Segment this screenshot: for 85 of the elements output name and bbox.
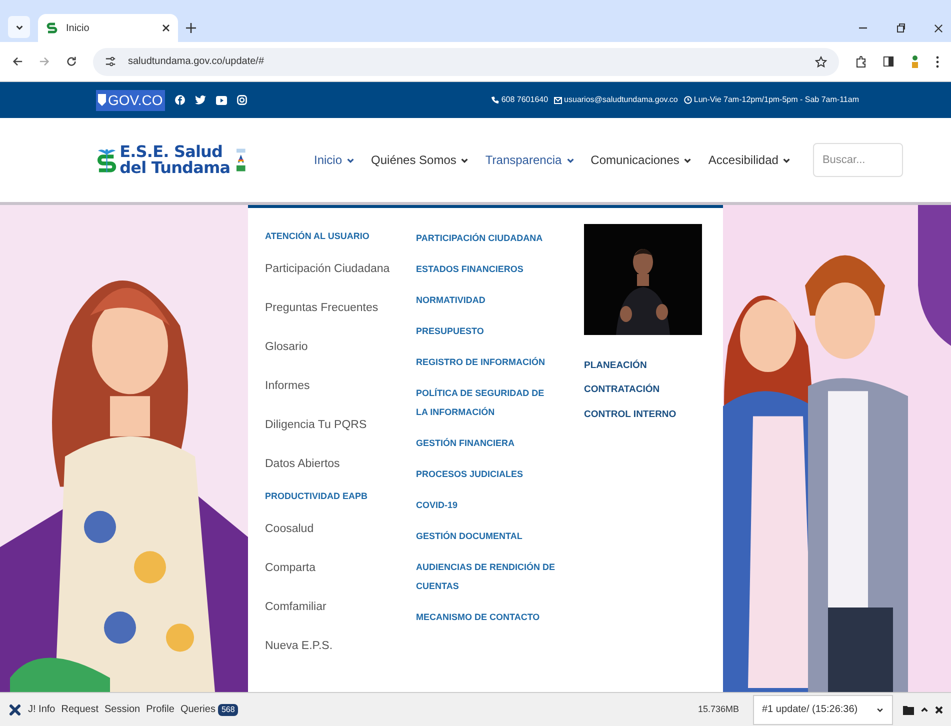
instagram-icon[interactable]	[236, 95, 247, 105]
menu-heading[interactable]: REGISTRO DE INFORMACIÓN	[416, 353, 556, 372]
close-icon[interactable]	[162, 24, 170, 32]
nav-link[interactable]: Inicio	[314, 151, 356, 169]
more-icon[interactable]	[936, 56, 939, 68]
reload-icon[interactable]	[66, 56, 77, 67]
nav-link[interactable]: Transparencia	[485, 151, 575, 169]
menu-heading[interactable]: ATENCIÓN AL USUARIO	[265, 224, 416, 250]
chevron-down-icon	[346, 156, 356, 164]
chevron-down-icon	[876, 706, 884, 714]
menu-link[interactable]: Participación Ciudadana	[265, 250, 416, 289]
menu-link[interactable]: Diligencia Tu PQRS	[265, 406, 416, 445]
nav-link[interactable]: Comunicaciones	[590, 151, 692, 169]
menu-link[interactable]: Comfamiliar	[265, 588, 416, 627]
debug-tab[interactable]: Request	[61, 702, 98, 717]
menu-heading[interactable]: MECANISMO DE CONTACTO	[416, 608, 556, 627]
close-icon[interactable]	[934, 24, 943, 33]
plus-icon[interactable]	[186, 23, 196, 33]
star-icon[interactable]	[815, 56, 827, 68]
menu-heading[interactable]: GESTIÓN FINANCIERA	[416, 434, 556, 453]
chevron-up-icon[interactable]	[920, 705, 929, 714]
logo-icon	[46, 22, 58, 34]
menu-link[interactable]: Nueva E.P.S.	[265, 627, 416, 666]
menu-link[interactable]: Comparta	[265, 549, 416, 588]
menu-heading[interactable]: CONTRATACIÓN	[584, 383, 714, 398]
facebook-icon[interactable]	[174, 95, 185, 105]
menu-link[interactable]: Informes	[265, 367, 416, 406]
profile-icon[interactable]	[910, 54, 920, 68]
twitter-icon[interactable]	[194, 95, 206, 105]
close-icon[interactable]	[935, 706, 943, 714]
menu-heading[interactable]: ESTADOS FINANCIEROS	[416, 260, 556, 279]
phone-number[interactable]: 608 7601640	[501, 94, 548, 106]
phone-icon	[491, 96, 500, 104]
menu-heading[interactable]: PROCESOS JUDICIALES	[416, 465, 556, 484]
menu-heading[interactable]: PARTICIPACIÓN CIUDADANA	[416, 229, 556, 248]
shield-icon	[98, 94, 106, 106]
menu-heading[interactable]: COVID-19	[416, 496, 556, 515]
extension-icon[interactable]	[855, 56, 867, 68]
envelope-icon	[554, 96, 562, 104]
menu-heading[interactable]: POLÍTICA DE SEGURIDAD DE LA INFORMACIÓN	[416, 384, 556, 422]
queries-tab[interactable]: Queries 568	[180, 702, 238, 717]
menu-heading[interactable]: CONTROL INTERNO	[584, 408, 714, 422]
menu-heading[interactable]: PLANEACIÓN	[584, 359, 714, 374]
youtube-icon[interactable]	[216, 96, 227, 104]
logo-subtitle: del Tundama	[120, 160, 230, 176]
email-link[interactable]: usuarios@saludtundama.gov.co	[564, 94, 678, 106]
side-panel-icon[interactable]	[883, 56, 894, 67]
menu-heading[interactable]: PRODUCTIVIDAD EAPB	[265, 484, 416, 510]
tab-search-button[interactable]	[8, 16, 30, 38]
chevron-down-icon	[14, 22, 24, 32]
chevron-down-icon	[460, 156, 470, 164]
govco-logo[interactable]: GOV.CO	[96, 90, 165, 110]
menu-heading[interactable]: GESTIÓN DOCUMENTAL	[416, 527, 556, 546]
tab-title: Inicio	[66, 22, 90, 36]
menu-heading[interactable]: AUDIENCIAS DE RENDICIÓN DE CUENTAS	[416, 558, 556, 596]
count-badge: 568	[218, 704, 238, 716]
menu-heading[interactable]: NORMATIVIDAD	[416, 291, 556, 310]
site-settings-icon[interactable]	[105, 56, 116, 67]
joomla-logo-icon[interactable]	[8, 702, 22, 716]
logo-title: E.S.E. Salud	[120, 144, 223, 160]
menu-link[interactable]: Coosalud	[265, 510, 416, 549]
menu-link[interactable]: Glosario	[265, 328, 416, 367]
url-text: saludtundama.gov.co/update/#	[128, 55, 266, 69]
opening-hours: Lun-Vie 7am-12pm/1pm-5pm - Sab 7am-11am	[694, 94, 859, 106]
memory-usage: 15.736MB	[698, 702, 739, 716]
search-field[interactable]: Buscar...	[813, 143, 904, 177]
menu-heading[interactable]: PRESUPUESTO	[416, 322, 556, 341]
browser-tab[interactable]: Inicio	[38, 14, 178, 42]
nav-link[interactable]: Quiénes Somos	[371, 151, 470, 169]
restore-icon[interactable]	[896, 23, 906, 33]
address-bar[interactable]: saludtundama.gov.co/update/#	[93, 48, 839, 76]
logo[interactable]: E.S.E. Salud del Tundama	[96, 135, 246, 185]
chevron-down-icon	[566, 156, 575, 164]
debug-tab[interactable]: J! Info	[28, 702, 56, 717]
debug-tab[interactable]: Session	[104, 702, 140, 717]
clock-icon	[684, 96, 692, 104]
chevron-down-icon	[683, 156, 692, 164]
debug-tab[interactable]: Profile	[146, 702, 174, 717]
folder-icon[interactable]	[903, 704, 914, 714]
menu-link[interactable]: Preguntas Frecuentes	[265, 289, 416, 328]
chevron-down-icon	[782, 156, 792, 164]
menu-link[interactable]: Datos Abiertos	[265, 445, 416, 484]
request-select[interactable]: #1 update/ (15:26:36)	[753, 694, 893, 724]
nav-link[interactable]: Accesibilidad	[708, 151, 792, 169]
back-icon[interactable]	[12, 56, 23, 67]
